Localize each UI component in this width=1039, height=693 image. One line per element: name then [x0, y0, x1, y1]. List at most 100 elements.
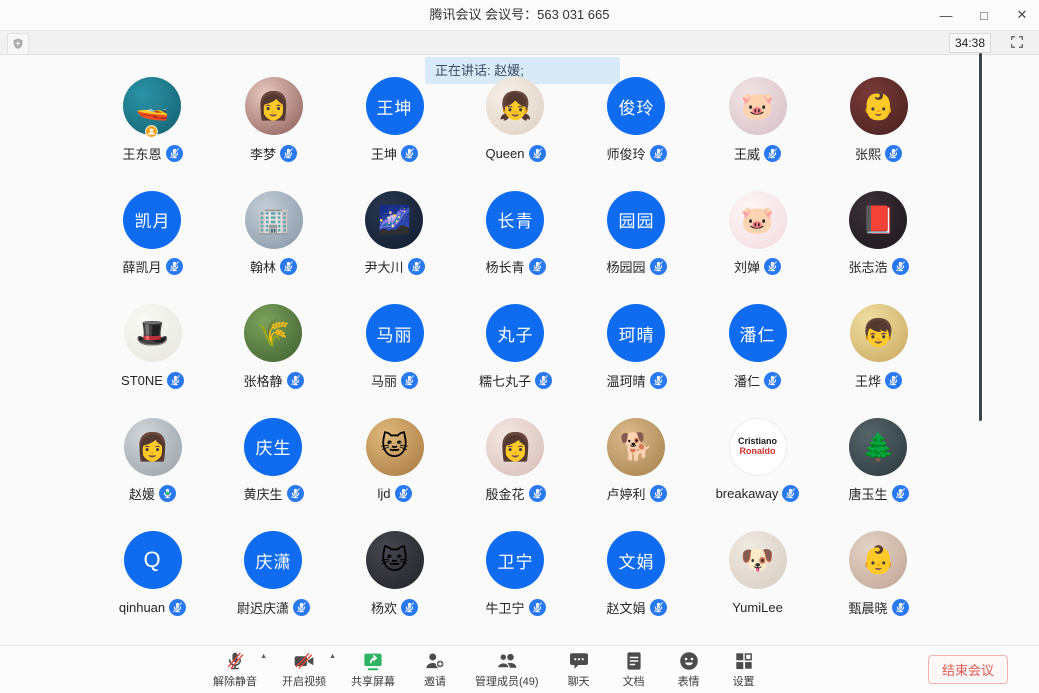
participant-tile[interactable]: 📕张志浩	[848, 191, 908, 305]
toolbar-item-chat[interactable]: 聊天	[564, 650, 594, 689]
mic-muted-icon	[529, 599, 546, 616]
participant-avatar: 丸子	[486, 304, 544, 362]
participant-tile[interactable]: 👩殷金花	[485, 418, 545, 532]
participant-name: 薛凯月	[122, 257, 161, 276]
participant-tile[interactable]: 👶张熙	[850, 77, 908, 191]
participant-tile[interactable]: 🚤王东恩	[122, 77, 182, 191]
participant-tile[interactable]: 🐷 王威	[729, 77, 787, 191]
participant-tile[interactable]: 长青杨长青	[485, 191, 545, 305]
participant-tile[interactable]: 庆生黄庆生	[243, 418, 303, 532]
participant-avatar: 🐷	[729, 191, 787, 249]
participant-avatar: 俊玲	[607, 77, 665, 135]
participant-tile[interactable]: 🐷 刘婵	[729, 191, 787, 305]
participant-tile[interactable]: 俊玲师俊玲	[606, 77, 666, 191]
mic-muted-icon	[167, 372, 184, 389]
mic-muted-icon	[885, 145, 902, 162]
participant-tile[interactable]: 马丽马丽	[366, 304, 424, 418]
participant-avatar: 🐷	[729, 77, 787, 135]
participant-tile[interactable]: 👧Queen	[485, 77, 545, 191]
participant-avatar: 👶	[849, 531, 907, 589]
participant-tile[interactable]: 珂晴温珂晴	[606, 304, 666, 418]
invite-icon	[424, 650, 446, 672]
security-shield-icon[interactable]	[7, 33, 29, 55]
end-meeting-button[interactable]: 结束会议	[928, 655, 1008, 684]
maximize-icon[interactable]: □	[975, 8, 993, 23]
participant-tile[interactable]: 卫宁牛卫宁	[485, 531, 545, 645]
participant-tile[interactable]: 🎩ST0NE	[121, 304, 184, 418]
mic-muted-icon	[166, 258, 183, 275]
toolbar-items: ▲解除静音 ▲开启视频共享屏幕邀请管理成员(49) 聊天文档表情设置	[213, 646, 759, 693]
scrollbar-thumb[interactable]	[979, 53, 982, 421]
participant-tile[interactable]: 🌾张格静	[243, 304, 303, 418]
toolbar-item-camera-off[interactable]: ▲开启视频	[282, 650, 326, 689]
participant-avatar: 👩	[124, 418, 182, 476]
participant-tile[interactable]: Qqinhuan	[119, 531, 186, 645]
mic-muted-icon	[287, 372, 304, 389]
participant-tile[interactable]: 文娟赵文娟	[606, 531, 666, 645]
mic-muted-icon	[764, 258, 781, 275]
participant-tile[interactable]: 🐶YumiLee	[729, 531, 787, 645]
mic-muted-icon	[280, 258, 297, 275]
chat-icon	[568, 650, 590, 672]
document-icon	[623, 650, 645, 672]
participant-tile[interactable]: 👦 王烨	[850, 304, 908, 418]
participant-avatar: Q	[124, 531, 182, 589]
caret-up-icon[interactable]: ▲	[329, 653, 336, 660]
participant-tile[interactable]: 🐱杨欢	[366, 531, 424, 645]
mic-muted-icon	[408, 258, 425, 275]
participant-tile[interactable]: 丸子糯七丸子	[479, 304, 552, 418]
participant-tile[interactable]: 👶甄晨晓	[848, 531, 908, 645]
participant-tile[interactable]: 👩 赵媛	[124, 418, 182, 532]
participant-tile[interactable]: 🌲唐玉生	[848, 418, 908, 532]
mic-muted-icon	[401, 145, 418, 162]
participant-name: 张熙	[855, 144, 881, 163]
mic-muted-icon	[401, 372, 418, 389]
participant-tile[interactable]: 潘仁潘仁	[729, 304, 787, 418]
emoji-icon	[678, 650, 700, 672]
toolbar-item-document[interactable]: 文档	[619, 650, 649, 689]
mic-muted-icon	[650, 485, 667, 502]
participant-avatar: 🚤	[123, 77, 181, 135]
caret-up-icon[interactable]: ▲	[260, 653, 267, 660]
participant-tile[interactable]: 🌌尹大川	[364, 191, 424, 305]
participant-name: 杨长青	[485, 257, 524, 276]
participant-name: 杨欢	[371, 598, 397, 617]
toolbar-item-emoji[interactable]: 表情	[674, 650, 704, 689]
participant-name: 赵媛	[129, 484, 155, 503]
participant-name: 王威	[734, 144, 760, 163]
mic-muted-icon	[529, 145, 546, 162]
participant-tile[interactable]: CristianoRonaldobreakaway	[716, 418, 800, 532]
participant-tile[interactable]: 凯月薛凯月	[122, 191, 182, 305]
participant-tile[interactable]: 王坤王坤	[366, 77, 424, 191]
participant-tile[interactable]: 庆潇尉迟庆潇	[237, 531, 310, 645]
participant-tile[interactable]: 🏢翰林	[245, 191, 303, 305]
mic-muted-icon	[764, 145, 781, 162]
participant-avatar: 🐕	[607, 418, 665, 476]
participant-avatar: 文娟	[607, 531, 665, 589]
toolbar-item-screen-share[interactable]: 共享屏幕	[351, 650, 395, 689]
participant-name: breakaway	[716, 486, 779, 501]
toolbar-item-members[interactable]: 管理成员(49)	[475, 650, 539, 689]
participant-tile[interactable]: 🐕卢婷利	[606, 418, 666, 532]
toolbar-item-invite[interactable]: 邀请	[420, 650, 450, 689]
participant-tile[interactable]: 👩李梦	[245, 77, 303, 191]
participant-name: 刘婵	[734, 257, 760, 276]
participant-avatar: 👩	[245, 77, 303, 135]
participant-avatar: 🎩	[124, 304, 182, 362]
participant-avatar: 👦	[850, 304, 908, 362]
mic-muted-icon	[287, 485, 304, 502]
participant-name: 王烨	[855, 371, 881, 390]
fullscreen-icon[interactable]	[1009, 34, 1025, 50]
participant-tile[interactable]: 园园杨园园	[606, 191, 666, 305]
participant-avatar: 凯月	[123, 191, 181, 249]
toolbar-item-settings[interactable]: 设置	[729, 650, 759, 689]
mic-muted-icon	[892, 599, 909, 616]
participant-avatar: 珂晴	[607, 304, 665, 362]
participant-name: 张志浩	[848, 257, 887, 276]
mic-muted-toolbar-icon	[224, 650, 246, 672]
close-icon[interactable]: ✕	[1013, 7, 1031, 23]
minimize-icon[interactable]: —	[937, 8, 955, 23]
participant-tile[interactable]: 🐱ljd	[366, 418, 424, 532]
participant-avatar: 马丽	[366, 304, 424, 362]
toolbar-item-mic-muted-toolbar[interactable]: ▲解除静音	[213, 650, 257, 689]
